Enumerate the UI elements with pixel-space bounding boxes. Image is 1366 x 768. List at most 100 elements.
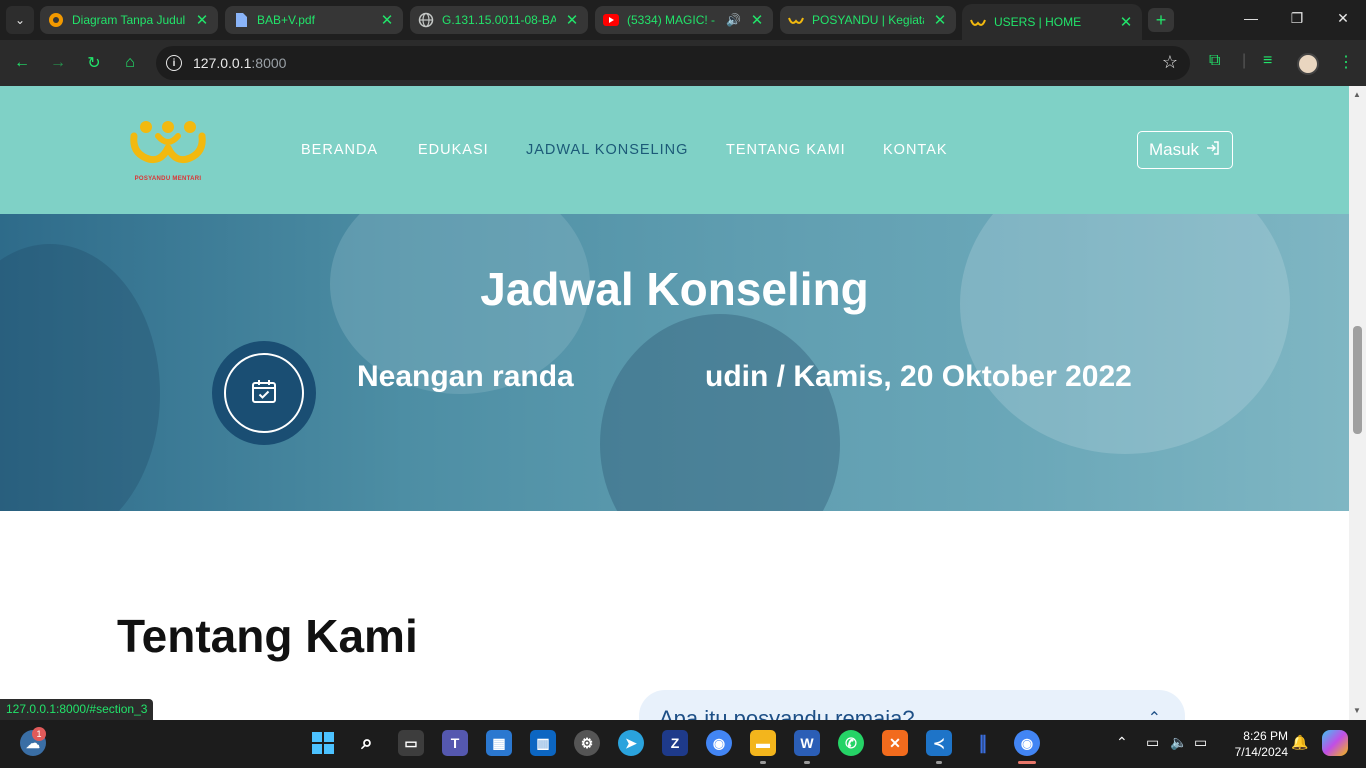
close-icon[interactable]: ✕ xyxy=(564,11,580,29)
tab-title: (5334) MAGIC! - R xyxy=(627,13,719,27)
hero-title: Jadwal Konseling xyxy=(480,263,869,315)
zend-icon[interactable]: Z xyxy=(662,730,688,756)
url-text: 127.0.0.1:8000 xyxy=(193,55,287,71)
volume-icon[interactable]: 🔈 xyxy=(1170,734,1187,751)
nav-jadwal-konseling[interactable]: JADWAL KONSELING xyxy=(526,142,688,158)
browser-tab[interactable]: BAB+V.pdf ✕ xyxy=(225,6,403,34)
browser-tab[interactable]: (5334) MAGIC! - R 🔊 ✕ xyxy=(595,6,773,34)
chevron-down-icon: ⌄ xyxy=(14,13,26,27)
bookmark-star-icon[interactable]: ☆ xyxy=(1162,52,1178,73)
telegram-icon[interactable]: ➤ xyxy=(618,730,644,756)
extensions-icon[interactable]: ⧉ xyxy=(1209,52,1220,70)
word-icon[interactable]: W xyxy=(794,730,820,756)
file-explorer-icon[interactable]: ▬ xyxy=(750,730,776,756)
media-control-icon[interactable]: ≡ xyxy=(1263,52,1272,70)
teams-icon[interactable]: T xyxy=(442,730,468,756)
hero-section: Jadwal Konseling Neangan randa udin / Ka… xyxy=(0,214,1349,511)
minimize-icon[interactable]: — xyxy=(1241,10,1261,26)
chrome-profile-icon[interactable]: ◉ xyxy=(1014,730,1040,756)
posyandu-icon xyxy=(788,12,804,28)
profile-avatar[interactable] xyxy=(1297,53,1319,75)
youtube-icon xyxy=(603,12,619,28)
menu-kebab-icon[interactable]: ⋮ xyxy=(1338,52,1354,72)
nav-edukasi[interactable]: EDUKASI xyxy=(418,142,489,158)
nav-kontak[interactable]: KONTAK xyxy=(883,142,948,158)
copilot-icon[interactable] xyxy=(1322,730,1348,756)
browser-tab[interactable]: Diagram Tanpa Judul. ✕ xyxy=(40,6,218,34)
document-icon xyxy=(233,12,249,28)
tab-title: USERS | HOME xyxy=(994,15,1082,29)
new-tab-button[interactable]: + xyxy=(1148,8,1174,32)
tab-title: G.131.15.0011-08-BAB xyxy=(442,13,556,27)
network-icon[interactable]: ▭ xyxy=(1146,734,1159,751)
windows-start-icon[interactable] xyxy=(310,730,336,756)
forward-icon[interactable]: → xyxy=(47,52,69,74)
store-icon[interactable]: ▦ xyxy=(486,730,512,756)
schedule-name-left: Neangan randa xyxy=(357,360,574,393)
hero-photo-shape xyxy=(600,314,840,511)
clock-date: 7/14/2024 xyxy=(1234,745,1288,759)
schedule-name-right: udin / Kamis, 20 Oktober 2022 xyxy=(705,360,1132,393)
calendar-check-icon xyxy=(250,377,278,410)
running-indicator xyxy=(804,761,810,764)
vscode-icon[interactable]: ≺ xyxy=(926,730,952,756)
site-header: POSYANDU MENTARI BERANDA EDUKASI JADWAL … xyxy=(0,86,1349,214)
notification-count-badge: 1 xyxy=(32,727,46,741)
calendar-badge xyxy=(212,341,316,445)
reload-icon[interactable]: ↻ xyxy=(83,52,105,74)
close-icon[interactable]: ✕ xyxy=(1118,13,1134,31)
browser-tab[interactable]: G.131.15.0011-08-BAB ✕ xyxy=(410,6,588,34)
back-icon[interactable]: ← xyxy=(11,52,33,74)
site-info-icon[interactable]: i xyxy=(166,55,182,71)
battery-icon[interactable]: ▭ xyxy=(1194,734,1207,751)
link-status-bar: 127.0.0.1:8000/#section_3 xyxy=(0,699,154,720)
home-icon[interactable]: ⌂ xyxy=(119,52,141,74)
tab-title: Diagram Tanpa Judul. xyxy=(72,13,186,27)
whatsapp-icon[interactable]: ✆ xyxy=(838,730,864,756)
close-window-icon[interactable]: ✕ xyxy=(1333,10,1353,27)
system-clock[interactable]: 8:26 PM 7/14/2024 xyxy=(1222,728,1288,760)
tab-title: BAB+V.pdf xyxy=(257,13,315,27)
close-icon[interactable]: ✕ xyxy=(932,11,948,29)
nav-beranda[interactable]: BERANDA xyxy=(301,142,378,158)
toolbar-divider: | xyxy=(1242,52,1247,69)
page-viewport: POSYANDU MENTARI BERANDA EDUKASI JADWAL … xyxy=(0,86,1349,720)
about-title: Tentang Kami xyxy=(117,610,418,662)
notification-bell-icon[interactable]: 🔔 xyxy=(1291,734,1308,751)
login-button[interactable]: Masuk xyxy=(1137,131,1233,169)
browser-tab-active[interactable]: USERS | HOME ✕ xyxy=(962,4,1142,40)
close-icon[interactable]: ✕ xyxy=(749,11,765,29)
maximize-icon[interactable]: ❐ xyxy=(1287,10,1307,27)
chevron-up-icon[interactable]: ⌃ xyxy=(1148,708,1161,720)
scroll-down-icon[interactable]: ▼ xyxy=(1353,706,1361,715)
site-logo[interactable]: POSYANDU MENTARI xyxy=(128,118,208,186)
windows-taskbar: ☁ 1 ⌕ ▭ T ▦ ▥ ⚙ ➤ Z ◉ ▬ W ✆ ✕ ≺ ∥ ◉ ⌃ ▭ … xyxy=(0,720,1366,768)
tab-search-button[interactable]: ⌄ xyxy=(6,6,34,34)
running-indicator xyxy=(760,761,766,764)
close-icon[interactable]: ✕ xyxy=(379,11,395,29)
settings-gear-icon[interactable]: ⚙ xyxy=(574,730,600,756)
search-icon[interactable]: ⌕ xyxy=(354,730,380,756)
posyandu-icon xyxy=(970,14,986,30)
trello-icon[interactable]: ▥ xyxy=(530,730,556,756)
scrollbar-thumb[interactable] xyxy=(1353,326,1362,434)
active-app-indicator xyxy=(1018,761,1036,764)
address-bar[interactable]: i 127.0.0.1:8000 ☆ xyxy=(156,46,1190,80)
page-scrollbar[interactable]: ▲ ▼ xyxy=(1349,86,1366,720)
speaker-icon[interactable]: 🔊 xyxy=(726,13,741,27)
nav-tentang-kami[interactable]: TENTANG KAMI xyxy=(726,142,846,158)
faq-question: Apa itu posyandu remaja? xyxy=(659,706,915,720)
pencil-app-icon[interactable]: ∥ xyxy=(970,730,996,756)
running-indicator xyxy=(936,761,942,764)
scroll-up-icon[interactable]: ▲ xyxy=(1353,90,1361,99)
chrome-icon[interactable]: ◉ xyxy=(706,730,732,756)
browser-tab-bar: ⌄ Diagram Tanpa Judul. ✕ BAB+V.pdf ✕ G.1… xyxy=(0,0,1366,40)
chevron-up-icon[interactable]: ⌃ xyxy=(1116,734,1128,751)
logo-caption: POSYANDU MENTARI xyxy=(134,176,202,182)
task-view-icon[interactable]: ▭ xyxy=(398,730,424,756)
close-icon[interactable]: ✕ xyxy=(194,11,210,29)
faq-item[interactable]: Apa itu posyandu remaja? ⌃ xyxy=(639,690,1185,720)
browser-tab[interactable]: POSYANDU | Kegiatan ✕ xyxy=(780,6,956,34)
browser-toolbar: ← → ↻ ⌂ i 127.0.0.1:8000 ☆ ⧉ | ≡ ⋮ xyxy=(0,40,1366,86)
xampp-icon[interactable]: ✕ xyxy=(882,730,908,756)
